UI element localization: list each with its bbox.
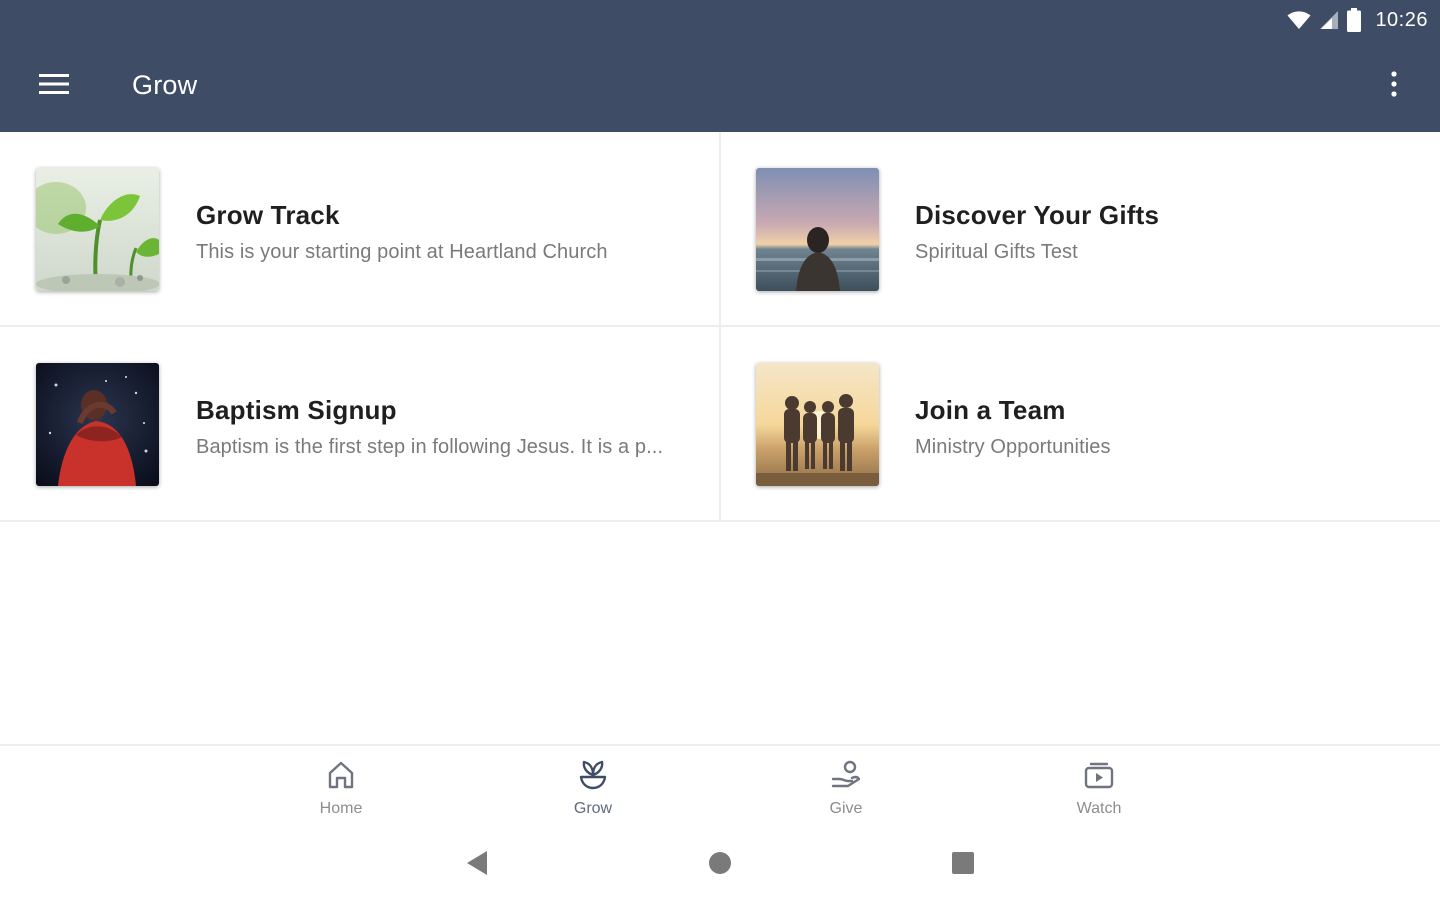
card-title: Grow Track <box>196 200 340 230</box>
plant-sprouts-photo <box>36 168 159 291</box>
nav-item-home[interactable]: Home <box>281 758 401 822</box>
card-subtitle: Ministry Opportunities <box>915 436 1111 458</box>
wifi-icon <box>1287 10 1311 30</box>
system-back-button[interactable] <box>457 850 497 880</box>
card-text: Join a Team Ministry Opportunities <box>915 395 1416 459</box>
card-baptism-signup[interactable]: Baptism Signup Baptism is the first step… <box>0 327 721 522</box>
menu-button[interactable] <box>28 64 80 108</box>
page-title: Grow <box>132 70 198 100</box>
battery-icon <box>1347 8 1362 32</box>
card-title: Baptism Signup <box>196 395 397 425</box>
back-icon <box>465 850 489 881</box>
card-join-a-team[interactable]: Join a Team Ministry Opportunities <box>721 327 1440 522</box>
hamburger-icon <box>39 73 69 100</box>
home-icon <box>327 758 355 792</box>
card-text: Baptism Signup Baptism is the first step… <box>196 395 695 459</box>
recents-square-icon <box>951 851 975 880</box>
bottom-navigation: Home Grow Give Watch <box>0 744 1440 830</box>
card-subtitle: Baptism is the first step in following J… <box>196 436 664 458</box>
system-home-button[interactable] <box>700 850 740 880</box>
content-grid: Grow Track This is your starting point a… <box>0 132 1440 522</box>
nav-item-grow[interactable]: Grow <box>533 758 653 822</box>
home-circle-icon <box>707 850 733 881</box>
overflow-menu-button[interactable] <box>1372 64 1416 108</box>
cell-signal-icon <box>1319 10 1339 30</box>
card-grow-track[interactable]: Grow Track This is your starting point a… <box>0 132 721 327</box>
app-bar: 10:26 Grow <box>0 0 1440 132</box>
card-title: Discover Your Gifts <box>915 200 1160 230</box>
play-box-icon <box>1083 758 1115 792</box>
nav-item-watch[interactable]: Watch <box>1039 758 1159 822</box>
card-text: Grow Track This is your starting point a… <box>196 200 695 264</box>
person-in-water-photo <box>36 363 159 486</box>
grow-screen: 10:26 Grow Grow Track This is your start… <box>0 0 1440 900</box>
card-text: Discover Your Gifts Spiritual Gifts Test <box>915 200 1416 264</box>
nav-label: Give <box>829 800 863 817</box>
giving-hand-icon <box>830 758 862 792</box>
status-bar: 10:26 <box>1287 6 1428 34</box>
card-title: Join a Team <box>915 395 1066 425</box>
card-discover-your-gifts[interactable]: Discover Your Gifts Spiritual Gifts Test <box>721 132 1440 327</box>
nav-label: Grow <box>573 800 613 817</box>
more-vert-icon <box>1391 70 1397 102</box>
card-subtitle: Spiritual Gifts Test <box>915 241 1078 263</box>
group-at-sunset-photo <box>756 363 879 486</box>
nav-label: Home <box>319 800 363 817</box>
system-recents-button[interactable] <box>943 850 983 880</box>
card-subtitle: This is your starting point at Heartland… <box>196 241 608 263</box>
nav-item-give[interactable]: Give <box>786 758 906 822</box>
sprout-icon <box>577 758 609 792</box>
system-navigation-bar <box>0 830 1440 900</box>
status-time: 10:26 <box>1375 8 1428 31</box>
nav-label: Watch <box>1076 800 1122 817</box>
person-at-beach-photo <box>756 168 879 291</box>
